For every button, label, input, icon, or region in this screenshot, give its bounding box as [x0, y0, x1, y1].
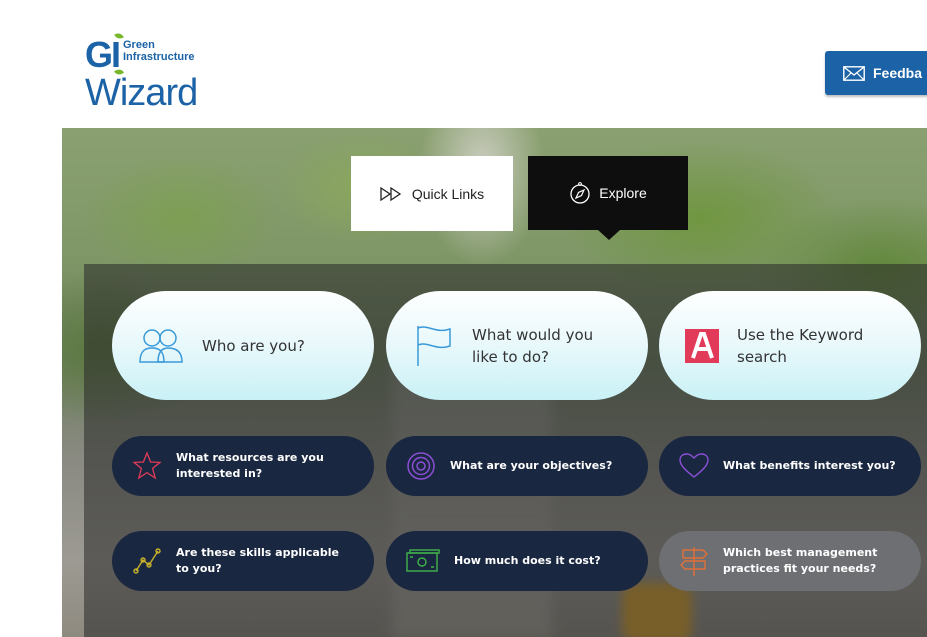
benefits-card[interactable]: What benefits interest you? [659, 436, 921, 496]
feedback-button[interactable]: Feedba [825, 51, 927, 95]
objectives-card[interactable]: What are your objectives? [386, 436, 648, 496]
target-icon [407, 452, 435, 480]
tab-quick-links-label: Quick Links [411, 185, 485, 202]
letter-a-icon [685, 328, 719, 363]
tab-explore-label: Explore [599, 185, 647, 201]
heart-icon [679, 453, 709, 478]
keyword-search-card[interactable]: Use the Keyword search [659, 291, 921, 400]
people-icon [139, 328, 183, 363]
who-are-you-label: Who are you? [202, 336, 305, 355]
logo-line2: Infrastructure [123, 51, 195, 63]
logo[interactable]: GI Green Infrastructure Wizard [85, 31, 225, 114]
tab-quick-links[interactable]: Quick Links [351, 156, 513, 231]
who-are-you-card[interactable]: Who are you? [112, 291, 374, 400]
what-would-you-like-label: What would you like to do? [472, 325, 594, 366]
hero-banner: Quick Links Explore Who are you? What wo… [62, 128, 927, 637]
tab-explore[interactable]: Explore [528, 156, 688, 240]
skills-card[interactable]: Are these skills applicable to you? [112, 531, 374, 591]
star-icon [132, 451, 162, 480]
logo-line1: Green [123, 39, 155, 51]
flag-icon [417, 325, 451, 366]
keyword-search-label: Use the Keyword search [737, 325, 864, 366]
what-would-you-like-card[interactable]: What would you like to do? [386, 291, 648, 400]
best-practices-card[interactable]: Which best management practices fit your… [659, 531, 921, 591]
resources-label: What resources are you interested in? [176, 451, 324, 480]
explore-panel: Who are you? What would you like to do? … [84, 264, 927, 637]
feedback-label: Feedba [873, 65, 923, 81]
logo-gi: GI [85, 34, 121, 75]
cost-card[interactable]: How much does it cost? [386, 531, 648, 591]
compass-icon [570, 182, 590, 204]
skills-label: Are these skills applicable to you? [176, 546, 339, 575]
fast-forward-icon [380, 186, 401, 201]
objectives-label: What are your objectives? [450, 459, 613, 472]
money-icon [406, 549, 440, 572]
cost-label: How much does it cost? [454, 554, 601, 567]
chart-line-icon [133, 548, 161, 574]
benefits-label: What benefits interest you? [723, 459, 896, 472]
logo-subtitle: Green Infrastructure [123, 39, 195, 63]
logo-wizard: Wizard [85, 72, 198, 114]
best-practices-label: Which best management practices fit your… [723, 546, 878, 575]
resources-card[interactable]: What resources are you interested in? [112, 436, 374, 496]
signpost-icon [680, 547, 708, 576]
envelope-icon [843, 65, 865, 81]
